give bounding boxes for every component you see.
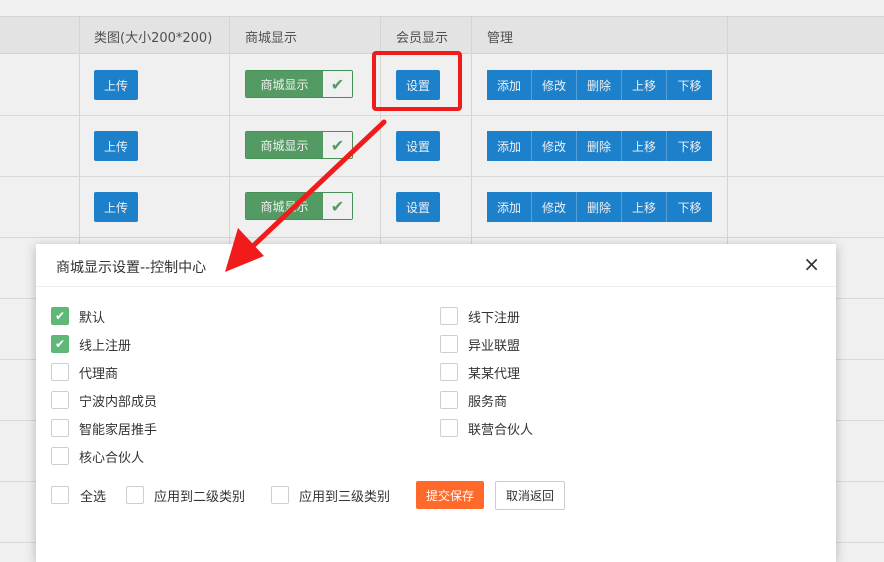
option-joint-partner[interactable]: 联营合伙人 <box>440 418 533 438</box>
option-ningbo-internal[interactable]: 宁波内部成员 <box>51 390 157 410</box>
upload-button[interactable]: 上传 <box>94 70 138 100</box>
add-button[interactable]: 添加 <box>487 131 532 161</box>
checkbox[interactable] <box>51 363 69 381</box>
row-divider <box>0 115 884 116</box>
upload-button[interactable]: 上传 <box>94 131 138 161</box>
option-label: 线上注册 <box>79 338 132 354</box>
checkbox[interactable] <box>51 419 69 437</box>
option-some-agent[interactable]: 某某代理 <box>440 362 520 382</box>
mall-display-label: 商城显示 <box>246 193 323 219</box>
option-label: 联营合伙人 <box>468 422 534 438</box>
option-label: 全选 <box>80 489 107 505</box>
checkbox-checked[interactable]: ✔ <box>51 335 69 353</box>
header-management: 管理 <box>487 31 514 46</box>
move-up-button[interactable]: 上移 <box>622 70 667 100</box>
option-label: 核心合伙人 <box>79 450 145 466</box>
upload-button[interactable]: 上传 <box>94 192 138 222</box>
option-label: 代理商 <box>79 366 119 382</box>
header-member-display: 会员显示 <box>396 31 449 46</box>
header-category-image: 类图(大小200*200) <box>94 31 213 46</box>
option-label: 服务商 <box>468 394 508 410</box>
add-button[interactable]: 添加 <box>487 192 532 222</box>
management-actions: 添加 修改 删除 上移 下移 <box>487 70 712 100</box>
row-divider <box>0 176 884 177</box>
move-down-button[interactable]: 下移 <box>667 131 712 161</box>
option-service-provider[interactable]: 服务商 <box>440 390 507 410</box>
management-actions: 添加 修改 删除 上移 下移 <box>487 131 712 161</box>
dialog-title: 商城显示设置--控制中心 <box>56 260 207 276</box>
dialog-header: 商城显示设置--控制中心 × <box>36 244 836 287</box>
check-icon: ✔ <box>323 132 352 158</box>
option-label: 智能家居推手 <box>79 422 158 438</box>
mall-display-settings-dialog: 商城显示设置--控制中心 × ✔ 默认 ✔ 线上注册 代理商 宁波内部成员 智能… <box>36 244 836 562</box>
option-label: 线下注册 <box>468 310 521 326</box>
option-cross-industry-alliance[interactable]: 异业联盟 <box>440 334 520 354</box>
checkbox[interactable] <box>126 486 144 504</box>
mall-display-label: 商城显示 <box>246 132 323 158</box>
mall-display-toggle[interactable]: 商城显示 ✔ <box>245 131 353 159</box>
option-offline-register[interactable]: 线下注册 <box>440 306 520 326</box>
option-agent[interactable]: 代理商 <box>51 362 118 382</box>
add-button[interactable]: 添加 <box>487 70 532 100</box>
move-down-button[interactable]: 下移 <box>667 70 712 100</box>
option-core-partner[interactable]: 核心合伙人 <box>51 446 144 466</box>
member-settings-button[interactable]: 设置 <box>396 131 440 161</box>
checkbox[interactable] <box>440 363 458 381</box>
edit-button[interactable]: 修改 <box>532 131 577 161</box>
option-label: 应用到三级类别 <box>299 489 391 505</box>
checkbox[interactable] <box>440 307 458 325</box>
check-icon: ✔ <box>323 71 352 97</box>
apply-level2-option[interactable]: 应用到二级类别 <box>126 485 245 505</box>
delete-button[interactable]: 删除 <box>577 131 622 161</box>
checkbox[interactable] <box>440 419 458 437</box>
mall-display-label: 商城显示 <box>246 71 323 97</box>
highlight-box <box>372 51 462 111</box>
delete-button[interactable]: 删除 <box>577 70 622 100</box>
move-down-button[interactable]: 下移 <box>667 192 712 222</box>
edit-button[interactable]: 修改 <box>532 70 577 100</box>
checkbox[interactable] <box>440 391 458 409</box>
option-online-register[interactable]: ✔ 线上注册 <box>51 334 131 354</box>
option-label: 宁波内部成员 <box>79 394 158 410</box>
option-label: 某某代理 <box>468 366 521 382</box>
delete-button[interactable]: 删除 <box>577 192 622 222</box>
close-icon[interactable]: × <box>803 254 820 274</box>
mall-display-toggle[interactable]: 商城显示 ✔ <box>245 192 353 220</box>
move-up-button[interactable]: 上移 <box>622 131 667 161</box>
option-label: 异业联盟 <box>468 338 521 354</box>
option-default[interactable]: ✔ 默认 <box>51 306 105 326</box>
checkbox[interactable] <box>51 391 69 409</box>
check-icon: ✔ <box>323 193 352 219</box>
cancel-return-button[interactable]: 取消返回 <box>495 481 565 510</box>
checkbox-checked[interactable]: ✔ <box>51 307 69 325</box>
member-settings-button[interactable]: 设置 <box>396 192 440 222</box>
select-all-option[interactable]: 全选 <box>51 485 106 505</box>
header-mall-display: 商城显示 <box>245 31 298 46</box>
option-label: 应用到二级类别 <box>154 489 246 505</box>
mall-display-toggle[interactable]: 商城显示 ✔ <box>245 70 353 98</box>
apply-level3-option[interactable]: 应用到三级类别 <box>271 485 390 505</box>
checkbox[interactable] <box>440 335 458 353</box>
checkbox[interactable] <box>51 486 69 504</box>
move-up-button[interactable]: 上移 <box>622 192 667 222</box>
table-header: 类图(大小200*200) 商城显示 会员显示 管理 <box>0 16 884 54</box>
management-actions: 添加 修改 删除 上移 下移 <box>487 192 712 222</box>
option-smart-home-promoter[interactable]: 智能家居推手 <box>51 418 157 438</box>
edit-button[interactable]: 修改 <box>532 192 577 222</box>
checkbox[interactable] <box>271 486 289 504</box>
row-divider <box>0 237 884 238</box>
option-label: 默认 <box>79 310 106 326</box>
checkbox[interactable] <box>51 447 69 465</box>
submit-save-button[interactable]: 提交保存 <box>416 481 484 509</box>
